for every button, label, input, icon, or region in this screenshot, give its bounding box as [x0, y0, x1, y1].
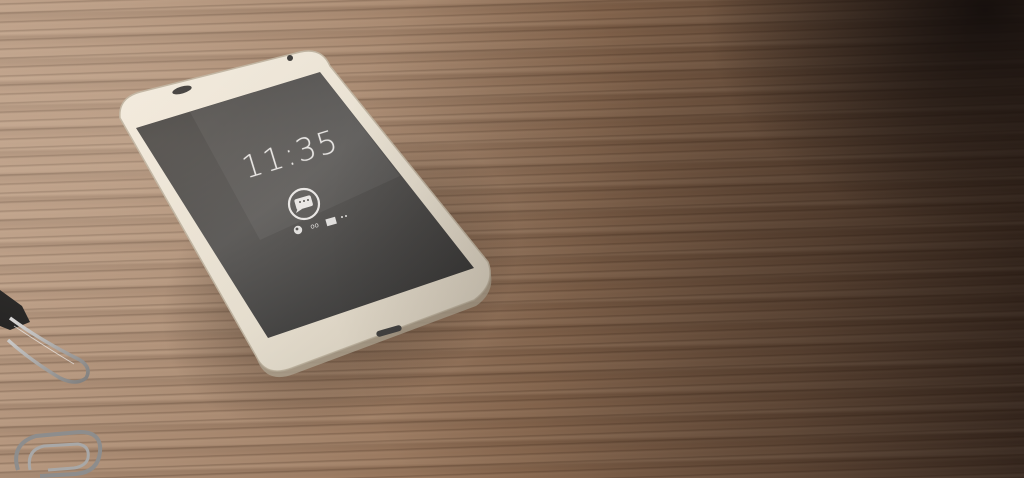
paper-clip	[14, 429, 103, 478]
front-camera-icon	[287, 55, 293, 61]
hangouts-icon	[293, 225, 303, 235]
photo-illustration: oo	[0, 50, 492, 478]
binder-clip	[0, 290, 90, 384]
smartphone: oo	[119, 50, 492, 378]
desk-photo: oo 11:35	[0, 0, 1024, 478]
